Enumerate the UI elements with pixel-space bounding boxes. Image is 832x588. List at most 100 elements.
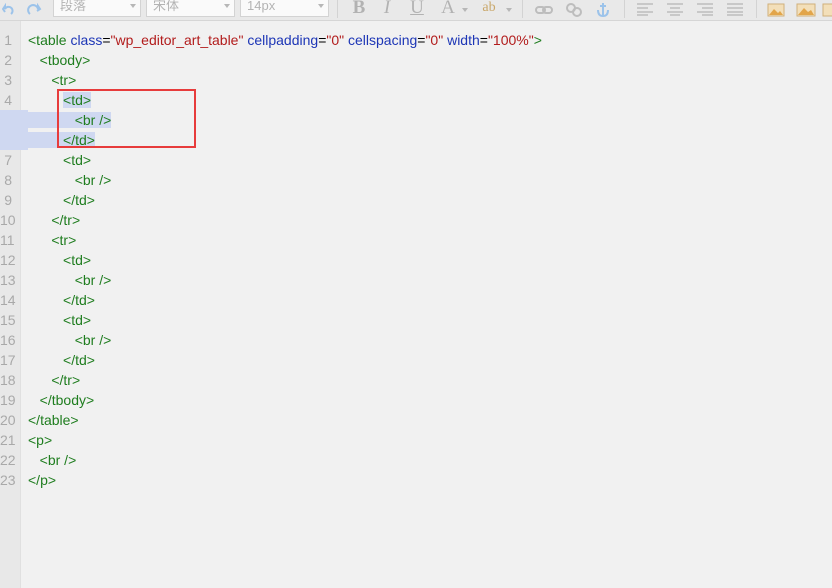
selection-margin — [0, 110, 28, 130]
align-center-icon[interactable] — [666, 0, 684, 19]
underline-button[interactable]: U — [406, 0, 428, 18]
chevron-down-icon — [130, 4, 136, 8]
code-token: </tbody> — [39, 392, 95, 408]
code-text: </td> — [28, 190, 95, 210]
font-color-button[interactable]: A — [437, 0, 459, 18]
undo-icon[interactable] — [2, 0, 14, 19]
redo-icon[interactable] — [26, 0, 42, 19]
code-token: <br /> — [74, 272, 112, 288]
code-line[interactable]: 13 <br /> — [0, 270, 832, 290]
code-line[interactable]: 8 <br /> — [0, 170, 832, 190]
toolbar-divider — [337, 0, 338, 18]
code-token: </td> — [63, 192, 95, 208]
anchor-icon[interactable] — [594, 0, 612, 19]
code-line[interactable]: 2 <tbody> — [0, 50, 832, 70]
code-text: <br /> — [28, 270, 112, 290]
line-number: 22 — [0, 452, 16, 468]
code-line[interactable]: 9 </td> — [0, 190, 832, 210]
line-number: 17 — [0, 352, 16, 368]
code-line[interactable]: 22 <br /> — [0, 450, 832, 470]
bold-button[interactable]: B — [348, 0, 370, 18]
code-text: <tr> — [28, 230, 76, 250]
media-icon[interactable] — [822, 0, 832, 19]
highlight-color-button[interactable]: ab — [478, 0, 500, 18]
line-number: 11 — [0, 232, 15, 248]
code-token: </td> — [63, 352, 95, 368]
code-line[interactable]: 17 </td> — [0, 350, 832, 370]
code-token: width — [447, 32, 480, 48]
code-line[interactable]: 12 <td> — [0, 250, 832, 270]
italic-button[interactable]: I — [376, 0, 398, 18]
code-text: </td> — [28, 290, 95, 310]
font-size-select[interactable]: 14px — [240, 0, 329, 17]
selection-margin — [0, 130, 28, 150]
code-line[interactable]: 1 <table class="wp_editor_art_table" cell… — [0, 30, 832, 50]
link-icon[interactable] — [535, 0, 553, 19]
unlink-icon[interactable] — [565, 0, 583, 19]
chevron-down-icon[interactable] — [506, 0, 512, 19]
code-token: "0" — [425, 32, 444, 48]
font-family-select[interactable]: 宋体 — [146, 0, 235, 17]
code-line[interactable]: 18 </tr> — [0, 370, 832, 390]
code-token: <br /> — [39, 452, 77, 468]
code-line[interactable]: 10 </tr> — [0, 210, 832, 230]
toolbar-divider — [756, 0, 757, 18]
line-number: 1 — [4, 32, 12, 48]
line-number: 4 — [4, 92, 12, 108]
chevron-down-icon[interactable] — [462, 0, 468, 19]
code-token: cellspacing — [348, 32, 418, 48]
code-line[interactable]: 15 <td> — [0, 310, 832, 330]
line-number: 23 — [0, 472, 16, 488]
code-token: </tr> — [51, 212, 81, 228]
code-token: <td> — [63, 152, 92, 168]
font-family-value: 宋体 — [153, 0, 180, 13]
line-number: 16 — [0, 332, 16, 348]
align-right-icon[interactable] — [696, 0, 714, 19]
code-text: </tr> — [28, 370, 80, 390]
paragraph-format-select[interactable]: 段落 — [53, 0, 141, 17]
align-justify-icon[interactable] — [726, 0, 744, 19]
code-line[interactable]: 21 <p> — [0, 430, 832, 450]
code-text: </table> — [28, 410, 79, 430]
line-number: 18 — [0, 372, 16, 388]
code-text: <br /> — [28, 330, 112, 350]
image-icon[interactable] — [767, 0, 785, 19]
code-token: = — [479, 32, 488, 48]
gallery-icon[interactable] — [796, 0, 816, 19]
code-line[interactable]: 23 </p> — [0, 470, 832, 490]
code-line[interactable]: 7 <td> — [0, 150, 832, 170]
code-token: "0" — [326, 32, 345, 48]
code-text: </tr> — [28, 210, 80, 230]
code-line[interactable]: 19 </tbody> — [0, 390, 832, 410]
line-number: 10 — [0, 212, 16, 228]
line-number: 20 — [0, 412, 16, 428]
code-token: "100%" — [487, 32, 534, 48]
code-line[interactable]: 16 <br /> — [0, 330, 832, 350]
code-text: <td> — [28, 310, 91, 330]
code-token: <br /> — [74, 332, 112, 348]
code-text: <td> — [28, 250, 91, 270]
align-left-icon[interactable] — [636, 0, 654, 19]
code-text: </p> — [28, 470, 56, 490]
code-line[interactable]: 11 <tr> — [0, 230, 832, 250]
line-number: 8 — [4, 172, 12, 188]
line-number: 9 — [4, 192, 12, 208]
line-number: 15 — [0, 312, 16, 328]
code-text: <table class="wp_editor_art_table" cellp… — [28, 30, 542, 50]
code-line[interactable]: 20 </table> — [0, 410, 832, 430]
code-line[interactable]: 3 <tr> — [0, 70, 832, 90]
code-line[interactable]: 14 </td> — [0, 290, 832, 310]
code-token: <br /> — [74, 172, 112, 188]
code-token: </tr> — [51, 372, 81, 388]
